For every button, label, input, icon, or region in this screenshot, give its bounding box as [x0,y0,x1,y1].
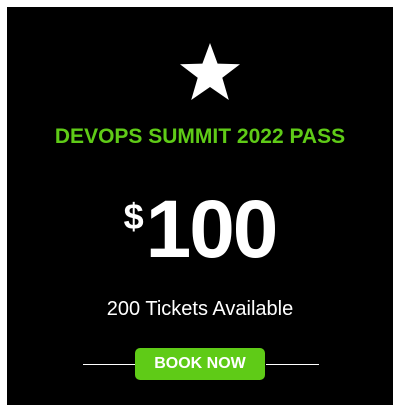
tickets-available: 200 Tickets Available [106,298,294,320]
star-icon [179,43,241,101]
ticket-card: DEVOPS SUMMIT 2022 PASS $100 200 Tickets… [7,7,393,405]
divider-left [83,364,136,365]
price: $100 [7,189,393,271]
price-currency: $ [123,196,144,237]
book-now-button[interactable]: BOOK NOW [135,348,265,380]
pass-title: DEVOPS SUMMIT 2022 PASS [54,125,346,148]
price-amount: 100 [145,184,279,275]
divider-right [266,364,319,365]
